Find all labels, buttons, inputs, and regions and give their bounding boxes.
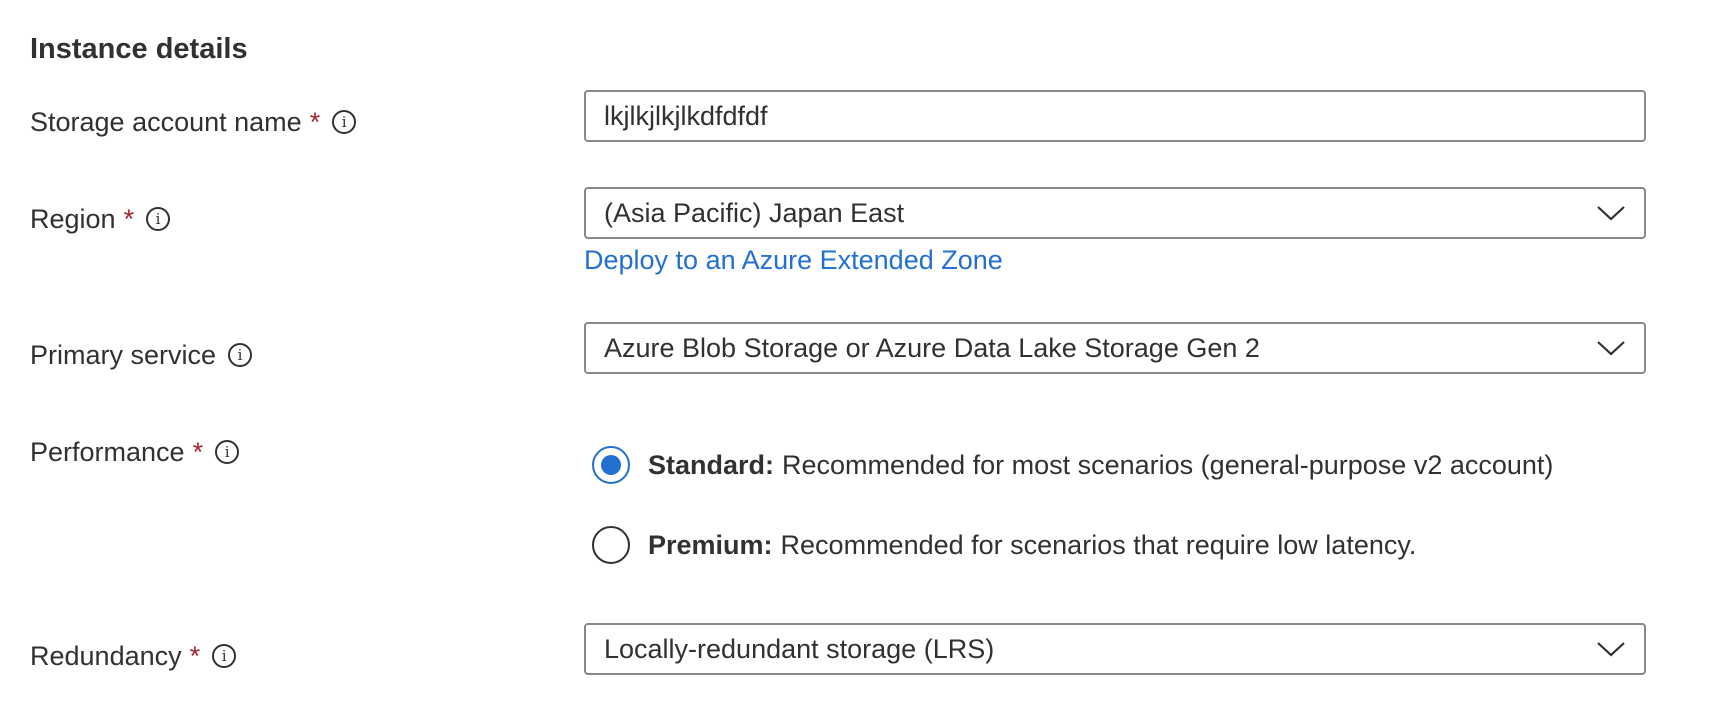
region-selected-value: (Asia Pacific) Japan East [604,197,905,228]
info-icon[interactable]: i [215,440,240,464]
primary-service-selected-value: Azure Blob Storage or Azure Data Lake St… [604,332,1260,363]
radio-option-name: Premium: [648,529,773,560]
info-icon[interactable]: i [146,207,171,231]
radio-option-description: Recommended for most scenarios (general-… [782,449,1554,480]
chevron-down-icon [1597,341,1625,356]
radio-option-description: Recommended for scenarios that require l… [780,529,1417,560]
chevron-down-icon [1597,206,1625,221]
performance-option-premium[interactable]: Premium: Recommended for scenarios that … [592,526,1416,564]
radio-button[interactable] [592,526,630,564]
storage-account-name-label: Storage account name [30,107,302,137]
info-icon[interactable]: i [212,644,237,668]
region-dropdown[interactable]: (Asia Pacific) Japan East [584,187,1646,239]
performance-label: Performance [30,437,185,467]
redundancy-selected-value: Locally-redundant storage (LRS) [604,633,995,664]
redundancy-label-row: Redundancy * i [30,638,237,674]
required-asterisk: * [123,204,135,234]
info-icon[interactable]: i [228,343,253,367]
storage-account-name-label-row: Storage account name * i [30,104,357,140]
radio-option-name: Standard: [648,449,775,480]
performance-label-row: Performance * i [30,434,240,470]
section-title: Instance details [30,33,248,65]
required-asterisk: * [192,437,204,467]
required-asterisk: * [309,107,321,137]
storage-account-name-field[interactable] [584,90,1646,142]
primary-service-label-row: Primary service i [30,337,253,373]
performance-option-standard[interactable]: Standard: Recommended for most scenarios… [592,446,1553,484]
deploy-extended-zone-link[interactable]: Deploy to an Azure Extended Zone [584,242,1003,278]
primary-service-dropdown[interactable]: Azure Blob Storage or Azure Data Lake St… [584,322,1646,374]
region-label-row: Region * i [30,201,171,237]
redundancy-label: Redundancy [30,641,182,671]
redundancy-dropdown[interactable]: Locally-redundant storage (LRS) [584,623,1646,675]
primary-service-label: Primary service [30,340,217,370]
info-icon[interactable]: i [332,110,357,134]
radio-button-checked[interactable] [592,446,630,484]
storage-account-name-input[interactable] [604,100,1626,132]
required-asterisk: * [189,641,201,671]
region-label: Region [30,204,116,234]
chevron-down-icon [1597,642,1625,657]
